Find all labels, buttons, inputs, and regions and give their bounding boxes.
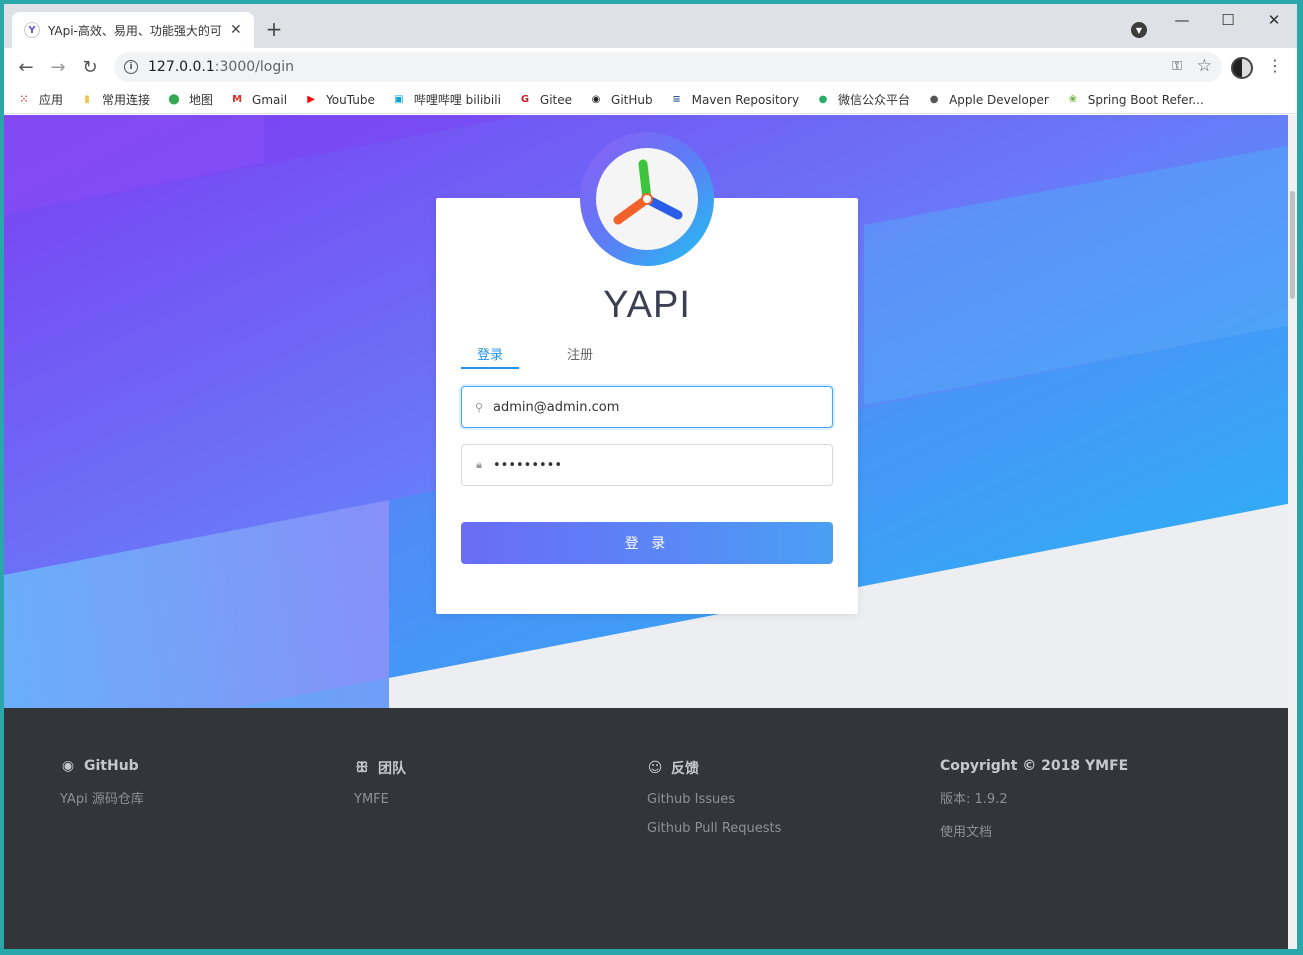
bookmark-item[interactable]: ❀ Spring Boot Refer... <box>1065 92 1204 108</box>
bookmark-item[interactable]: ◉ GitHub <box>588 92 653 108</box>
close-tab-icon[interactable]: ✕ <box>230 22 242 38</box>
bookmark-label: Gmail <box>252 92 288 107</box>
url-text: 127.0.0.1:3000/login <box>148 59 294 75</box>
footer-col-github: ◉ GitHub YApi 源码仓库 <box>60 758 144 807</box>
maps-pin-icon: ⬤ <box>168 94 180 105</box>
bookmark-item[interactable]: ▶ YouTube <box>303 92 375 108</box>
app-title: YAPI <box>603 284 691 326</box>
profile-avatar-icon[interactable] <box>1231 57 1253 79</box>
bookmark-label: Spring Boot Refer... <box>1087 92 1204 107</box>
bookmark-label: Apple Developer <box>949 92 1049 107</box>
new-tab-button[interactable]: + <box>262 18 286 42</box>
youtube-icon: ▶ <box>307 94 315 105</box>
footer-col-copyright: Copyright © 2018 YMFE 版本: 1.9.2 使用文档 <box>940 758 1128 840</box>
password-field[interactable]: 🔒︎ ••••••••• <box>461 444 833 486</box>
bookmarks-bar: ⁙ 应用 ▮ 常用连接 ⬤ 地图 M Gmail ▶ YouTube ▣ 哔哩哔哩 bilibili G… <box>4 86 1297 114</box>
folder-icon: ▮ <box>84 94 90 105</box>
footer-col-feedback: ☺ 反馈 Github Issues Github Pull Requests <box>647 758 781 836</box>
wechat-icon: ● <box>818 94 828 105</box>
footer-link-pulls[interactable]: Github Pull Requests <box>647 821 781 836</box>
tab-strip: Y YApi-高效、易用、功能强大的可 ✕ + ▼ — ☐ ✕ <box>4 4 1297 48</box>
browser-toolbar: ← → ↻ i 127.0.0.1:3000/login ⚿ ☆ ⋮ <box>4 48 1297 86</box>
bookmark-label: 常用连接 <box>102 93 151 107</box>
apps-grid-icon: ⁙ <box>19 94 29 105</box>
github-icon: ◉ <box>591 94 601 105</box>
close-window-icon[interactable]: ✕ <box>1251 4 1297 36</box>
footer-col-team: ꕥ 团队 YMFE <box>354 758 406 807</box>
minimize-icon[interactable]: — <box>1159 4 1205 36</box>
footer-link-docs[interactable]: 使用文档 <box>940 821 1128 840</box>
maximize-icon[interactable]: ☐ <box>1205 4 1251 36</box>
bookmark-item[interactable]: ▮ 常用连接 <box>79 91 150 108</box>
spring-icon: ❀ <box>1068 94 1077 105</box>
feedback-icon: ☺ <box>647 760 663 776</box>
team-icon: ꕥ <box>355 760 369 776</box>
reload-icon[interactable]: ↻ <box>74 51 106 83</box>
bilibili-icon: ▣ <box>394 94 404 105</box>
page-content: YAPI 登录 注册 ⚲ admin@admin.com 🔒︎ ••••••••… <box>4 115 1292 949</box>
tab-title: YApi-高效、易用、功能强大的可 <box>48 23 222 38</box>
footer-heading: 团队 <box>378 761 406 777</box>
bookmark-label: Maven Repository <box>691 92 800 107</box>
bookmark-label: 应用 <box>39 93 64 107</box>
apple-icon: ● <box>929 94 939 105</box>
bookmark-label: 哔哩哔哩 bilibili <box>413 93 501 107</box>
email-value: admin@admin.com <box>493 399 620 415</box>
maven-icon: ≡ <box>672 94 681 105</box>
bookmark-item[interactable]: ≡ Maven Repository <box>669 92 799 108</box>
bookmark-item[interactable]: M Gmail <box>229 92 287 108</box>
tab-register[interactable]: 注册 <box>557 344 603 363</box>
scrollbar-thumb[interactable] <box>1290 191 1295 299</box>
bookmark-item[interactable]: ● Apple Developer <box>926 92 1049 108</box>
tab-login[interactable]: 登录 <box>461 344 519 369</box>
login-card: YAPI 登录 注册 ⚲ admin@admin.com 🔒︎ ••••••••… <box>436 132 858 614</box>
login-tabs: 登录 注册 <box>461 344 833 369</box>
github-icon: ◉ <box>61 758 75 774</box>
more-menu-icon[interactable]: ⋮ <box>1267 56 1283 75</box>
password-value: ••••••••• <box>493 457 563 473</box>
forward-arrow-icon[interactable]: → <box>42 51 74 83</box>
email-field[interactable]: ⚲ admin@admin.com <box>461 386 833 428</box>
gitee-icon: G <box>520 94 530 105</box>
footer-link-ymfe[interactable]: YMFE <box>354 792 406 807</box>
yapi-logo <box>580 132 714 266</box>
bookmark-label: GitHub <box>611 92 653 107</box>
gmail-icon: M <box>232 94 243 105</box>
page-footer: ◉ GitHub YApi 源码仓库 ꕥ 团队 YMFE ☺ 反馈 Github Is… <box>4 708 1292 949</box>
bookmark-item[interactable]: ⁙ 应用 <box>16 91 63 108</box>
footer-link-repo[interactable]: YApi 源码仓库 <box>60 788 144 807</box>
yapi-favicon-icon: Y <box>24 22 40 38</box>
key-icon[interactable]: ⚿ <box>1172 59 1182 74</box>
footer-heading: 反馈 <box>671 761 699 777</box>
version-text: 版本: 1.9.2 <box>940 792 1008 807</box>
login-button[interactable]: 登 录 <box>461 522 833 564</box>
bookmark-label: 微信公众平台 <box>838 93 911 107</box>
address-bar[interactable]: i 127.0.0.1:3000/login ⚿ ☆ <box>114 52 1222 82</box>
user-icon: ⚲ <box>474 400 484 414</box>
bookmark-item[interactable]: G Gitee <box>517 92 572 108</box>
yapi-logo-icon <box>596 148 698 250</box>
browser-tab[interactable]: Y YApi-高效、易用、功能强大的可 ✕ <box>12 12 254 48</box>
tab-search-icon[interactable]: ▼ <box>1131 22 1147 38</box>
bookmark-label: YouTube <box>326 92 375 107</box>
bookmark-item[interactable]: ⬤ 地图 <box>166 91 213 108</box>
bookmark-label: 地图 <box>189 93 214 107</box>
site-info-icon[interactable]: i <box>124 60 138 74</box>
copyright-text: Copyright © 2018 YMFE <box>940 758 1129 774</box>
lock-icon: 🔒︎ <box>476 458 482 471</box>
bookmark-label: Gitee <box>539 92 573 107</box>
bookmark-item[interactable]: ▣ 哔哩哔哩 bilibili <box>391 91 501 108</box>
window-controls: — ☐ ✕ <box>1159 4 1297 36</box>
footer-heading: GitHub <box>84 758 139 774</box>
browser-window: Y YApi-高效、易用、功能强大的可 ✕ + ▼ — ☐ ✕ ← → ↻ i … <box>4 4 1297 949</box>
bookmark-star-icon[interactable]: ☆ <box>1197 56 1212 76</box>
footer-link-issues[interactable]: Github Issues <box>647 792 781 807</box>
bookmark-item[interactable]: ● 微信公众平台 <box>815 91 910 108</box>
back-arrow-icon[interactable]: ← <box>10 51 42 83</box>
page-scrollbar[interactable] <box>1288 115 1297 949</box>
